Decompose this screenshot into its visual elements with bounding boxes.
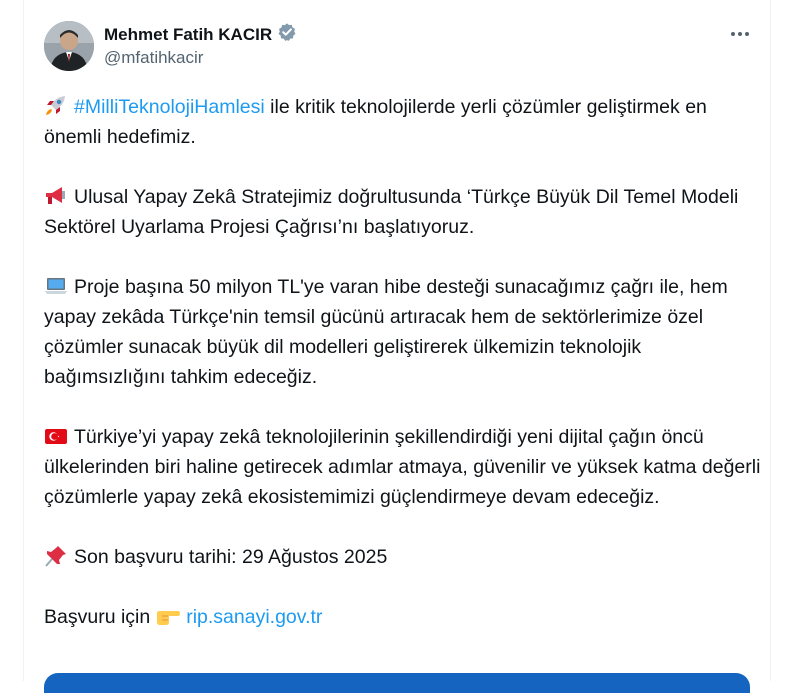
more-horizontal-icon[interactable] [727,20,753,46]
paragraph-text: Proje başına 50 milyon TL'ye varan hibe … [44,276,728,388]
tweet-paragraph: #MilliTeknolojiHamlesi ile kritik teknol… [44,92,764,152]
tweet-paragraph: Proje başına 50 milyon TL'ye varan hibe … [44,272,764,392]
laptop-icon [44,275,68,297]
tweet-text: #MilliTeknolojiHamlesi ile kritik teknol… [44,92,764,632]
paragraph-text: Son başvuru tarihi: 29 Ağustos 2025 [74,546,388,568]
avatar[interactable] [44,21,94,71]
hashtag-link[interactable]: #MilliTeknolojiHamlesi [74,96,265,118]
media-preview[interactable] [44,673,750,693]
application-link[interactable]: rip.sanayi.gov.tr [186,606,322,628]
verified-badge-icon [277,22,297,47]
turkey-flag-icon [44,425,68,447]
author-handle[interactable]: @mfatihkacir [104,48,203,68]
paragraph-text: Türkiye’yi yapay zekâ teknolojilerinin ş… [44,426,761,508]
author-row: Mehmet Fatih KACIR [104,22,297,47]
tweet-paragraph: Ulusal Yapay Zekâ Stratejimiz doğrultusu… [44,182,764,242]
pushpin-icon [44,545,68,567]
tweet-paragraph: Son başvuru tarihi: 29 Ağustos 2025 [44,542,764,572]
author-name[interactable]: Mehmet Fatih KACIR [104,25,272,45]
megaphone-icon [44,185,68,207]
paragraph-text: Başvuru için [44,606,151,628]
rocket-icon [44,95,68,117]
paragraph-text: Ulusal Yapay Zekâ Stratejimiz doğrultusu… [44,186,739,238]
pointing-right-icon [154,605,182,627]
tweet-paragraph: Türkiye’yi yapay zekâ teknolojilerinin ş… [44,422,764,512]
tweet-paragraph: Başvuru için rip.sanayi.gov.tr [44,602,764,632]
